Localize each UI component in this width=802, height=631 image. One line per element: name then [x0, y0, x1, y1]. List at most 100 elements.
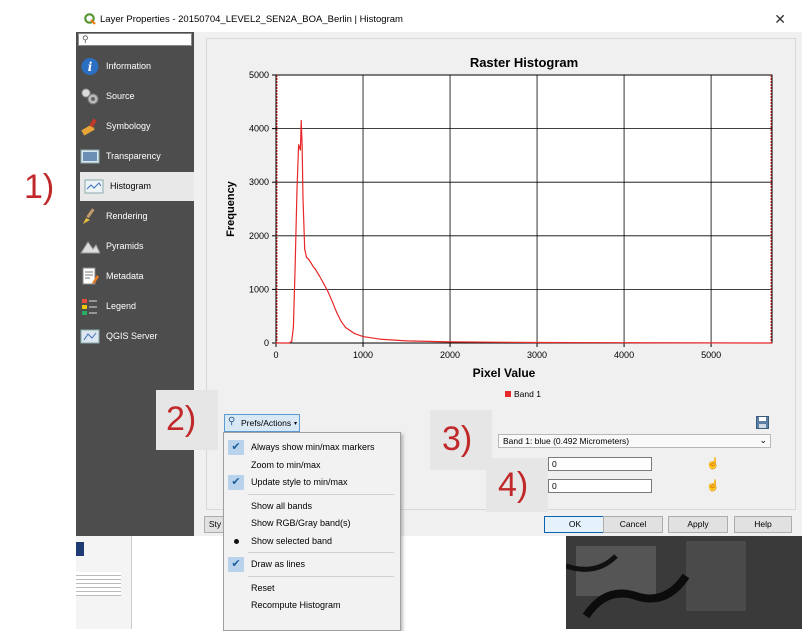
menu-item-show-all-bands[interactable]: Show all bands	[224, 498, 400, 515]
histogram-point	[288, 342, 290, 344]
sidebar-item-label: Rendering	[106, 211, 148, 221]
prefs-actions-button[interactable]: ⚲ Prefs/Actions ▾	[224, 414, 300, 432]
annotation-3: 3)	[442, 420, 473, 458]
menu-separator	[248, 575, 394, 577]
rendering-icon	[83, 208, 95, 224]
histogram-point	[302, 197, 304, 199]
histogram-point	[405, 340, 408, 342]
close-icon[interactable]: ✕	[774, 11, 786, 28]
histogram-point	[291, 340, 293, 342]
source-icon	[81, 88, 99, 105]
histogram-point	[301, 144, 303, 146]
title-bar: Layer Properties - 20150704_LEVEL2_SEN2A…	[76, 8, 802, 32]
magnifier-icon: ⚲	[228, 416, 236, 427]
sidebar-item-metadata[interactable]: Metadata	[76, 262, 194, 291]
sidebar-item-legend[interactable]: Legend	[76, 292, 194, 321]
menu-separator	[248, 552, 394, 553]
y-tick-label: 0	[264, 338, 269, 348]
sidebar-item-source[interactable]: Source	[76, 82, 194, 111]
sidebar-item-label: Transparency	[106, 151, 161, 161]
sidebar-item-label: Metadata	[106, 271, 144, 281]
menu-item-show-rgb-gray-band-s[interactable]: Show RGB/Gray band(s)	[224, 515, 400, 532]
background-map-preview	[566, 536, 802, 629]
menu-item-show-selected-band[interactable]: Show selected band	[224, 533, 400, 550]
background-thumbnail-text	[76, 572, 121, 596]
histogram-point	[310, 262, 312, 264]
y-tick-label: 4000	[249, 124, 269, 134]
menu-item-label: Show RGB/Gray band(s)	[251, 518, 351, 528]
menu-item-zoom-to-min-max[interactable]: Zoom to min/max	[224, 457, 400, 474]
svg-text:i: i	[88, 60, 93, 74]
sidebar-search-input[interactable]: ⚲	[78, 33, 192, 46]
sidebar-item-histogram[interactable]: Histogram	[80, 172, 194, 201]
histogram-point	[336, 312, 338, 314]
histogram-point	[327, 291, 329, 293]
histogram-point	[340, 320, 342, 323]
histogram-point	[317, 272, 319, 274]
pick-min-icon[interactable]: ☝	[706, 457, 720, 470]
menu-item-always-show-min-max-markers[interactable]: ✔ Always show min/max markers	[224, 439, 400, 456]
ok-button[interactable]: OK	[544, 516, 606, 533]
sidebar-item-label: Source	[106, 91, 135, 101]
sidebar-item-pyramids[interactable]: Pyramids	[76, 232, 194, 261]
histogram-point	[771, 342, 773, 344]
menu-item-label: Zoom to min/max	[251, 459, 321, 470]
transparency-icon	[80, 149, 100, 164]
search-icon: ⚲	[82, 34, 89, 44]
window-title: Layer Properties - 20150704_LEVEL2_SEN2A…	[100, 14, 403, 25]
pick-max-icon[interactable]: ☝	[706, 479, 720, 492]
background-thumbnail	[76, 542, 84, 556]
sidebar-item-qgis-server[interactable]: QGIS Server	[76, 322, 194, 351]
cancel-button[interactable]: Cancel	[603, 516, 663, 533]
menu-item-label: Recompute Histogram	[251, 600, 341, 610]
menu-item-label: Always show min/max markers	[251, 442, 375, 452]
apply-button[interactable]: Apply	[668, 516, 728, 533]
save-icon[interactable]	[756, 416, 769, 429]
sidebar: ⚲ i Information Source Symbology Transpa…	[76, 32, 194, 536]
sidebar-item-information[interactable]: i Information	[76, 52, 194, 81]
histogram-point	[318, 275, 321, 277]
band-select[interactable]: Band 1: blue (0.492 Micrometers) ⌄	[498, 434, 771, 448]
menu-separator	[248, 493, 394, 495]
histogram-point	[314, 268, 316, 270]
histogram-point	[298, 144, 300, 146]
menu-item-update-style-to-min-max[interactable]: ✔ Update style to min/max	[224, 474, 400, 491]
help-button[interactable]: Help	[734, 516, 792, 533]
histogram-point	[292, 326, 295, 328]
sidebar-item-label: Legend	[106, 301, 137, 311]
sidebar-item-transparency[interactable]: Transparency	[76, 142, 194, 171]
menu-item-label: Show selected band	[251, 535, 333, 546]
background-map-image	[566, 536, 802, 629]
x-tick-label: 5000	[701, 350, 721, 360]
menu-item-recompute-histogram[interactable]: Recompute Histogram	[224, 597, 400, 614]
symbology-icon	[81, 118, 97, 136]
legend-label: Band 1	[514, 389, 541, 399]
menu-item-reset[interactable]: Reset	[224, 580, 400, 597]
annotation-2: 2)	[166, 400, 197, 438]
x-tick-label: 3000	[527, 350, 547, 360]
metadata-icon	[82, 267, 99, 285]
max-value-field[interactable]: 0	[548, 479, 652, 493]
histogram-point	[300, 119, 302, 122]
histogram-point	[353, 332, 355, 334]
sidebar-item-label: Histogram	[110, 181, 152, 191]
y-axis-label: Frequency	[225, 180, 237, 237]
histogram-point	[308, 259, 310, 261]
histogram-point	[710, 342, 712, 344]
sidebar-item-label: Pyramids	[106, 241, 144, 251]
histogram-point	[312, 266, 315, 268]
menu-item-draw-as-lines[interactable]: ✔ Draw as lines	[224, 556, 400, 573]
histogram-point	[345, 326, 347, 329]
sidebar-item-rendering[interactable]: Rendering	[76, 202, 194, 231]
y-tick-label: 5000	[249, 70, 269, 80]
legend-swatch	[505, 391, 511, 397]
x-tick-label: 1000	[353, 350, 373, 360]
radio-dot-icon	[234, 538, 239, 544]
chevron-down-icon: ⌄	[759, 435, 767, 445]
y-tick-label: 3000	[249, 177, 269, 187]
sidebar-item-symbology[interactable]: Symbology	[76, 112, 194, 141]
annotation-4: 4)	[498, 466, 529, 504]
y-tick-label: 1000	[249, 284, 269, 294]
min-value-field[interactable]: 0	[548, 457, 652, 471]
histogram-point	[294, 267, 296, 269]
